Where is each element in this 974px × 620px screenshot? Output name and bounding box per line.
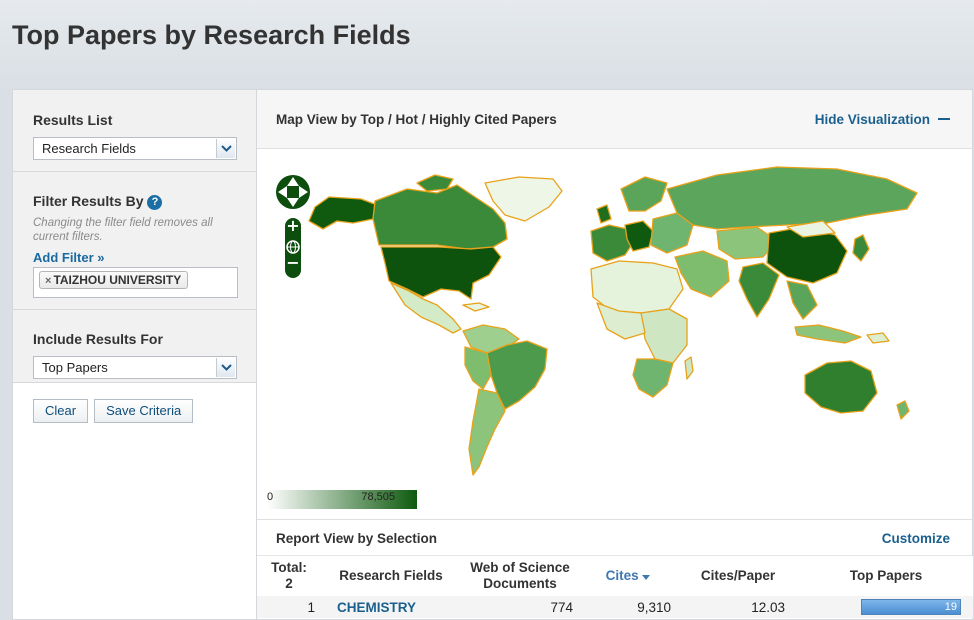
cites-per-paper-header[interactable]: Cites/Paper xyxy=(677,556,799,596)
region-southern-africa xyxy=(632,358,674,398)
report-header: Report View by Selection Customize xyxy=(257,519,972,556)
legend-max: 78,505 xyxy=(361,491,395,503)
pan-control[interactable]: + − xyxy=(273,168,313,280)
row-field: CHEMISTRY xyxy=(321,596,461,618)
include-value: Top Papers xyxy=(42,360,108,375)
filter-label: Filter Results By? xyxy=(33,192,236,210)
region-southeast-asia xyxy=(786,280,818,320)
map-controls: + − xyxy=(273,168,313,285)
cites-header-label: Cites xyxy=(605,568,639,583)
results-list-dropdown[interactable]: Research Fields xyxy=(33,137,237,160)
chevron-down-icon[interactable] xyxy=(216,358,235,377)
zoom-out-icon: − xyxy=(286,253,299,272)
region-japan xyxy=(852,234,870,262)
region-madagascar xyxy=(684,356,694,380)
legend-min: 0 xyxy=(267,491,274,503)
region-east-africa xyxy=(640,308,688,364)
research-fields-header[interactable]: Research Fields xyxy=(321,556,461,596)
include-dropdown[interactable]: Top Papers xyxy=(33,356,237,379)
actions-section: Clear Save Criteria xyxy=(13,383,256,423)
top-papers-header[interactable]: Top Papers xyxy=(799,556,973,596)
table-row: 1 CHEMISTRY 774 9,310 12.03 19 xyxy=(257,596,973,618)
results-list-value: Research Fields xyxy=(42,141,136,156)
region-indonesia xyxy=(794,324,862,344)
region-uk xyxy=(596,204,612,224)
results-list-label: Results List xyxy=(33,112,113,128)
question-mark-icon[interactable]: ? xyxy=(147,195,163,210)
map-legend: 0 78,505 xyxy=(267,490,417,509)
map-header: Map View by Top / Hot / Highly Cited Pap… xyxy=(257,90,972,149)
map-title: Map View by Top / Hot / Highly Cited Pap… xyxy=(276,112,557,127)
sort-desc-icon xyxy=(642,575,651,580)
total-label: Total: xyxy=(271,560,307,575)
total-count: 2 xyxy=(285,576,293,591)
world-map-svg xyxy=(308,166,918,476)
customize-link[interactable]: Customize xyxy=(882,531,950,546)
filter-chip: × TAIZHOU UNIVERSITY xyxy=(39,271,189,289)
zoom-in-icon: + xyxy=(286,216,299,235)
row-rank: 1 xyxy=(307,599,315,615)
region-pacific-islands xyxy=(866,332,890,344)
filter-label-text: Filter Results By xyxy=(33,193,144,209)
region-canada xyxy=(372,184,508,250)
region-caribbean xyxy=(462,302,490,312)
criteria-sidebar: Results List Research Fields Filter Resu… xyxy=(12,89,257,620)
filter-input[interactable]: × TAIZHOU UNIVERSITY xyxy=(33,267,238,298)
filter-hint: Changing the filter field removes all cu… xyxy=(33,217,213,243)
world-map[interactable]: + − 0 78,505 xyxy=(257,149,972,519)
row-docs: 774 xyxy=(550,599,573,615)
results-list-section: Results List Research Fields xyxy=(13,90,256,172)
region-russia xyxy=(666,166,918,230)
report-title: Report View by Selection xyxy=(276,531,438,546)
region-middle-east xyxy=(674,250,730,298)
region-scandinavia xyxy=(620,176,668,212)
region-canada-islands xyxy=(416,174,454,192)
clear-button[interactable]: Clear xyxy=(33,399,89,423)
page-title: Top Papers by Research Fields xyxy=(12,20,411,50)
row-cites-per-paper: 12.03 xyxy=(751,599,785,615)
table-header-row: Total: 2 Research Fields Web of Science … xyxy=(257,556,973,596)
remove-filter-icon[interactable]: × xyxy=(45,275,51,287)
cites-header[interactable]: Cites xyxy=(579,556,677,596)
top-papers-value: 19 xyxy=(944,601,957,614)
main-panel: Map View by Top / Hot / Highly Cited Pap… xyxy=(257,89,973,620)
results-table: Total: 2 Research Fields Web of Science … xyxy=(257,556,973,618)
chevron-down-icon[interactable] xyxy=(216,139,235,158)
region-alaska xyxy=(308,196,378,230)
save-criteria-button[interactable]: Save Criteria xyxy=(94,399,194,423)
minus-icon xyxy=(938,118,950,120)
filter-chip-label: TAIZHOU UNIVERSITY xyxy=(53,273,182,287)
include-section: Include Results For Top Papers xyxy=(13,310,256,383)
region-australia xyxy=(804,360,878,414)
top-papers-bar: 19 xyxy=(861,599,961,616)
region-new-zealand xyxy=(896,400,910,420)
region-india xyxy=(738,262,780,318)
row-top-papers: 19 xyxy=(799,596,973,618)
region-argentina xyxy=(468,388,506,476)
research-field-link[interactable]: CHEMISTRY xyxy=(337,600,416,615)
hide-visualization-label: Hide Visualization xyxy=(814,112,930,127)
documents-header[interactable]: Web of Science Documents xyxy=(461,556,579,596)
total-header: Total: 2 xyxy=(257,556,321,596)
include-label: Include Results For xyxy=(33,331,163,347)
region-peru xyxy=(464,346,492,390)
hide-visualization-link[interactable]: Hide Visualization xyxy=(815,112,950,127)
filter-section: Filter Results By? Changing the filter f… xyxy=(13,172,256,310)
add-filter-link[interactable]: Add Filter » xyxy=(33,250,236,265)
row-cites: 9,310 xyxy=(637,599,671,615)
